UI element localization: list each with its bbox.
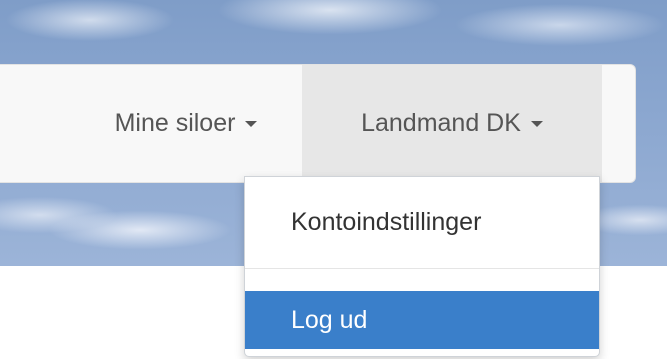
nav-mine-siloer-dropdown[interactable]: Mine siloer [70, 65, 302, 182]
user-dropdown-menu: Kontoindstillinger Log ud [244, 176, 600, 357]
chevron-down-icon [245, 120, 258, 127]
chevron-down-icon [530, 120, 543, 127]
nav-mine-siloer-label: Mine siloer [114, 109, 236, 137]
nav-user-dropdown[interactable]: Landmand DK [302, 65, 602, 182]
nav-user-label: Landmand DK [361, 109, 521, 137]
menu-item-logout[interactable]: Log ud [245, 291, 599, 349]
navbar: Mine siloer Landmand DK [0, 64, 636, 183]
menu-item-account-settings[interactable]: Kontoindstillinger [245, 189, 599, 255]
menu-item-account-settings-label: Kontoindstillinger [291, 207, 482, 236]
menu-item-logout-label: Log ud [291, 305, 368, 334]
menu-divider [245, 268, 599, 269]
